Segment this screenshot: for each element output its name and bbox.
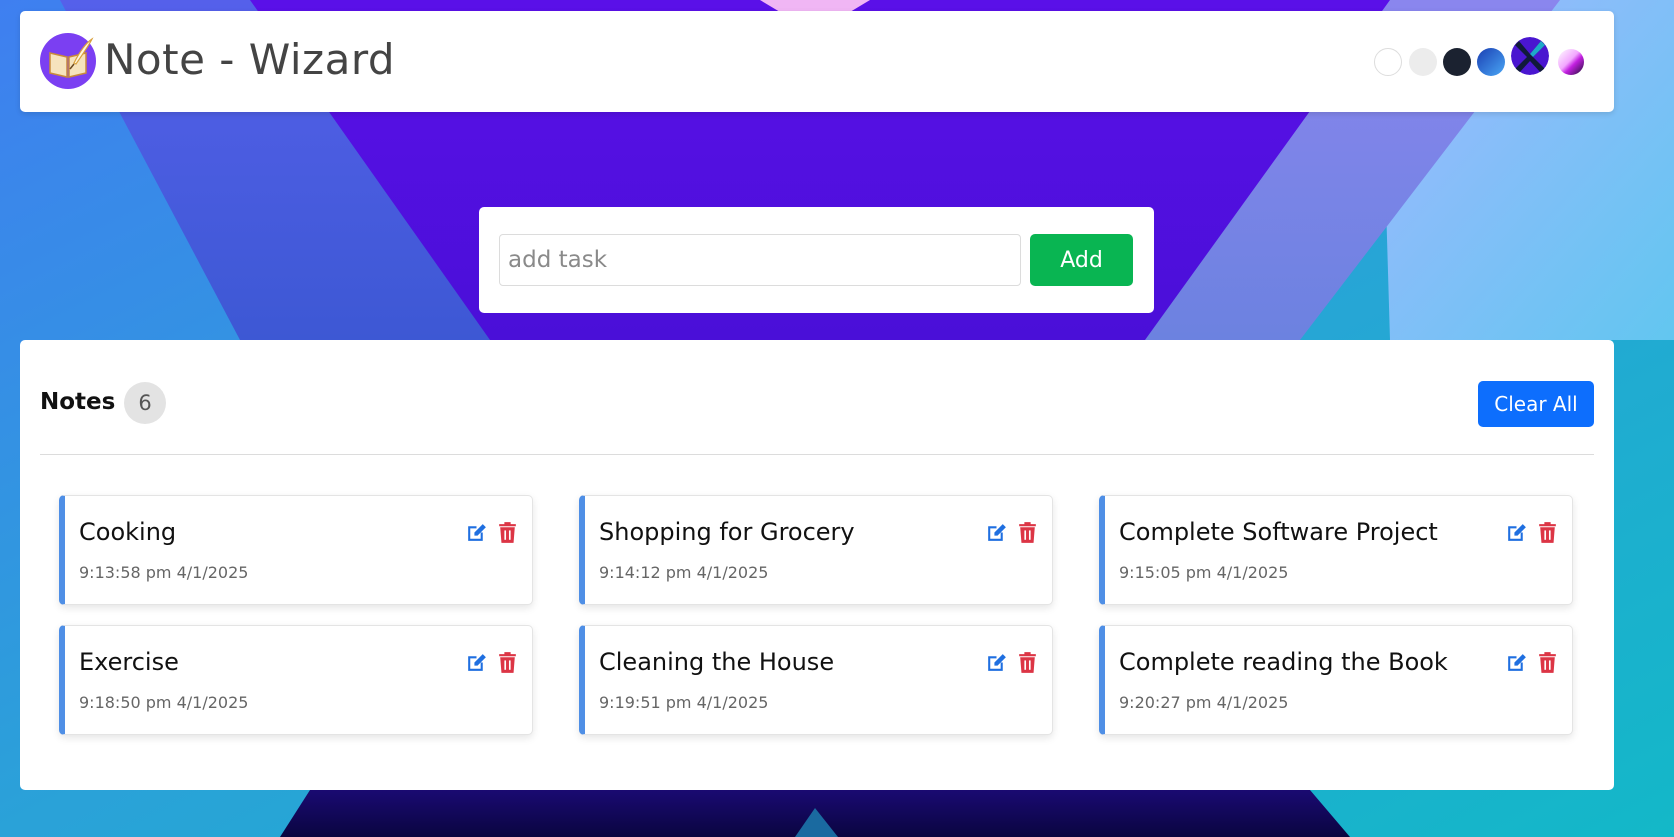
edit-icon[interactable] (1504, 520, 1529, 545)
theme-purple-x[interactable] (1511, 37, 1549, 75)
note-title: Cleaning the House (599, 648, 835, 676)
note-card: Cooking 9:13:58 pm 4/1/2025 (59, 495, 533, 605)
clear-all-button[interactable]: Clear All (1478, 381, 1594, 427)
trash-icon[interactable] (1535, 650, 1560, 675)
note-card: Complete reading the Book 9:20:27 pm 4/1… (1099, 625, 1573, 735)
app-header: Note - Wizard (20, 11, 1614, 112)
note-title: Cooking (79, 518, 177, 546)
note-timestamp: 9:15:05 pm 4/1/2025 (1119, 563, 1289, 582)
theme-white[interactable] (1374, 48, 1402, 76)
note-actions (984, 520, 1040, 545)
add-task-input[interactable] (499, 234, 1021, 286)
add-task-card: Add (479, 207, 1154, 313)
note-timestamp: 9:19:51 pm 4/1/2025 (599, 693, 769, 712)
book-quill-icon (40, 33, 96, 89)
note-actions (984, 650, 1040, 675)
theme-dark[interactable] (1443, 48, 1471, 76)
note-card: Exercise 9:18:50 pm 4/1/2025 (59, 625, 533, 735)
theme-picker (1374, 37, 1594, 87)
note-card: Complete Software Project 9:15:05 pm 4/1… (1099, 495, 1573, 605)
note-timestamp: 9:14:12 pm 4/1/2025 (599, 563, 769, 582)
theme-pink-gradient[interactable] (1558, 49, 1584, 75)
notes-panel: Notes 6 Clear All Cooking 9:13:58 pm 4/1… (20, 340, 1614, 790)
theme-light-gray[interactable] (1409, 48, 1437, 76)
trash-icon[interactable] (495, 520, 520, 545)
divider (40, 454, 1594, 455)
trash-icon[interactable] (1535, 520, 1560, 545)
edit-icon[interactable] (464, 650, 489, 675)
note-timestamp: 9:20:27 pm 4/1/2025 (1119, 693, 1289, 712)
theme-blue-gradient[interactable] (1477, 48, 1505, 76)
note-title: Complete Software Project (1119, 518, 1438, 546)
notes-grid: Cooking 9:13:58 pm 4/1/2025 Shopping for… (59, 495, 1574, 735)
note-timestamp: 9:18:50 pm 4/1/2025 (79, 693, 249, 712)
note-card: Cleaning the House 9:19:51 pm 4/1/2025 (579, 625, 1053, 735)
edit-icon[interactable] (464, 520, 489, 545)
note-actions (464, 520, 520, 545)
notes-heading: Notes (40, 389, 116, 415)
edit-icon[interactable] (984, 650, 1009, 675)
note-timestamp: 9:13:58 pm 4/1/2025 (79, 563, 249, 582)
note-title: Shopping for Grocery (599, 518, 855, 546)
edit-icon[interactable] (1504, 650, 1529, 675)
note-title: Exercise (79, 648, 179, 676)
add-button[interactable]: Add (1030, 234, 1133, 286)
note-title: Complete reading the Book (1119, 648, 1448, 676)
edit-icon[interactable] (984, 520, 1009, 545)
trash-icon[interactable] (495, 650, 520, 675)
note-actions (1504, 650, 1560, 675)
notes-count-badge: 6 (124, 382, 166, 424)
app-title: Note - Wizard (104, 35, 396, 84)
trash-icon[interactable] (1015, 520, 1040, 545)
note-card: Shopping for Grocery 9:14:12 pm 4/1/2025 (579, 495, 1053, 605)
note-actions (1504, 520, 1560, 545)
trash-icon[interactable] (1015, 650, 1040, 675)
note-actions (464, 650, 520, 675)
